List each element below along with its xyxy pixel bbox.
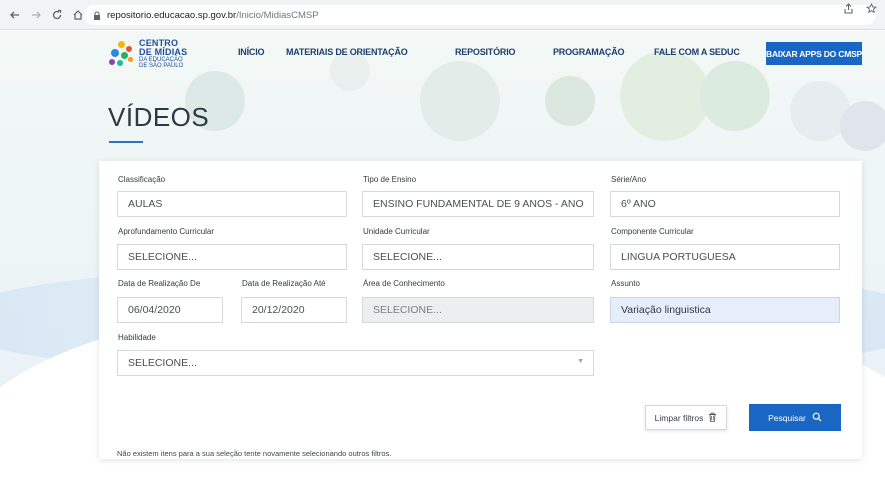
assunto-label: Assunto — [611, 279, 640, 288]
page-title: VÍDEOS — [108, 102, 210, 132]
decor-bubble — [840, 101, 885, 151]
search-button[interactable]: Pesquisar — [749, 404, 841, 431]
data-de-label: Data de Realização De — [118, 279, 201, 288]
logo-line-2: DE MÍDIAS — [139, 47, 188, 57]
site-header: CENTRO DE MÍDIAS DA EDUCAÇÃO DE SÃO PAUL… — [0, 31, 885, 75]
classificacao-label: Classificação — [118, 175, 166, 184]
assunto-input[interactable]: Variação linguistica — [610, 297, 840, 323]
habilidade-label: Habilidade — [118, 333, 156, 342]
caret-down-icon: ▼ — [577, 358, 584, 365]
tipo-ensino-label: Tipo de Ensino — [363, 175, 417, 184]
aprofundamento-select[interactable]: SELECIONE... — [117, 244, 347, 270]
data-ate-input[interactable]: 20/12/2020 — [241, 297, 347, 323]
clear-filters-label: Limpar filtros — [654, 412, 704, 423]
tipo-ensino-select[interactable]: ENSINO FUNDAMENTAL DE 9 ANOS - ANO — [362, 191, 594, 217]
area-label: Área de Conhecimento — [363, 279, 445, 288]
decor-bubble — [545, 76, 595, 126]
filter-panel: Classificação AULAS Tipo de Ensino ENSIN… — [99, 161, 862, 459]
search-icon — [812, 412, 822, 424]
unidade-select[interactable]: SELECIONE... — [362, 244, 594, 270]
search-button-label: Pesquisar — [768, 412, 806, 423]
nav-materiais[interactable]: MATERIAIS DE ORIENTAÇÃO — [286, 47, 408, 57]
aprofundamento-label: Aprofundamento Curricular — [118, 227, 215, 236]
url-path: /Inicio/MidiasCMSP — [236, 9, 319, 21]
logo-line-4: DE SÃO PAULO — [139, 63, 184, 69]
star-icon[interactable] — [865, 2, 878, 17]
back-icon[interactable] — [6, 6, 24, 24]
nav-repositorio[interactable]: REPOSITÓRIO — [455, 47, 516, 57]
classificacao-select[interactable]: AULAS — [117, 191, 347, 217]
reload-icon[interactable] — [48, 6, 66, 24]
clear-filters-button[interactable]: Limpar filtros — [645, 405, 727, 430]
address-bar[interactable]: repositorio.educacao.sp.gov.br/Inicio/Mi… — [84, 5, 876, 25]
unidade-label: Unidade Curricular — [363, 227, 430, 236]
url-host: repositorio.educacao.sp.gov.br — [107, 9, 237, 21]
habilidade-value: SELECIONE... — [128, 357, 197, 369]
serie-ano-select[interactable]: 6º ANO — [610, 191, 840, 217]
share-icon[interactable] — [843, 3, 854, 17]
lock-icon — [93, 11, 101, 20]
nav-inicio[interactable]: INÍCIO — [238, 47, 265, 57]
forward-icon[interactable] — [27, 6, 45, 24]
data-ate-label: Data de Realização Até — [242, 279, 326, 288]
data-de-input[interactable]: 06/04/2020 — [117, 297, 223, 323]
title-underline — [109, 141, 143, 143]
browser-toolbar: repositorio.educacao.sp.gov.br/Inicio/Mi… — [0, 0, 885, 30]
componente-label: Componente Curricular — [611, 227, 694, 236]
componente-select[interactable]: LINGUA PORTUGUESA — [610, 244, 840, 270]
area-select: SELECIONE... — [362, 297, 594, 323]
logo-mark-icon — [108, 40, 136, 68]
nav-programacao[interactable]: PROGRAMAÇÃO — [553, 47, 625, 57]
trash-icon — [708, 412, 717, 424]
habilidade-select[interactable]: SELECIONE... ▼ — [117, 350, 594, 376]
no-results-message: Não existem itens para a sua seleção ten… — [117, 449, 392, 458]
download-apps-button[interactable]: BAIXAR APPS DO CMSP — [766, 42, 862, 65]
serie-ano-label: Série/Ano — [611, 175, 647, 184]
cmsp-logo[interactable]: CENTRO DE MÍDIAS DA EDUCAÇÃO DE SÃO PAUL… — [108, 39, 187, 69]
page: CENTRO DE MÍDIAS DA EDUCAÇÃO DE SÃO PAUL… — [0, 31, 885, 492]
nav-fale-com-seduc[interactable]: FALE COM A SEDUC — [654, 47, 740, 57]
